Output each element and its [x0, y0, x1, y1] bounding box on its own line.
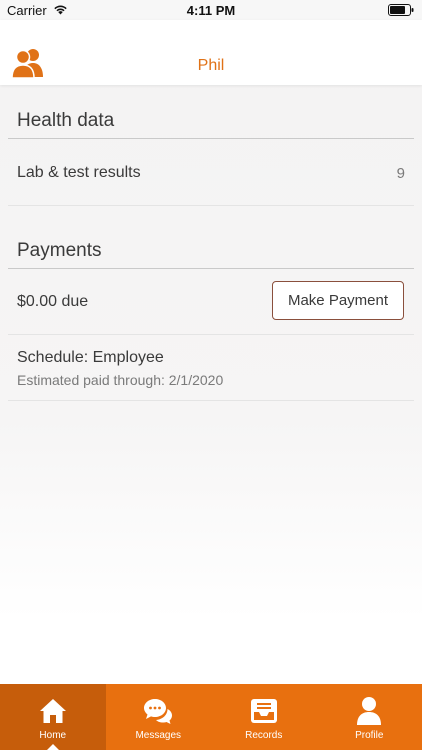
tab-profile[interactable]: Profile — [317, 684, 422, 750]
payments-divider — [8, 268, 414, 269]
tab-home-label: Home — [39, 730, 67, 741]
health-data-divider — [8, 138, 414, 139]
status-bar: Carrier 4:11 PM — [0, 0, 422, 20]
lab-results-count: 9 — [396, 165, 405, 182]
payments-title: Payments — [17, 240, 102, 261]
lab-results-label: Lab & test results — [17, 164, 141, 181]
status-time: 4:11 PM — [186, 3, 236, 18]
active-tab-indicator — [46, 744, 59, 750]
amount-due: $0.00 due — [17, 293, 89, 310]
chat-icon — [143, 696, 173, 726]
row-divider — [8, 334, 414, 335]
tab-home[interactable]: Home — [0, 684, 106, 750]
header: Phil — [0, 20, 422, 85]
battery-icon — [388, 4, 414, 19]
row-divider — [8, 400, 414, 401]
person-icon — [354, 696, 384, 726]
tab-messages-label: Messages — [135, 730, 182, 741]
home-icon — [38, 696, 68, 726]
health-data-title: Health data — [17, 110, 115, 131]
tab-records-label: Records — [245, 730, 283, 741]
tab-profile-label: Profile — [355, 730, 384, 741]
tab-records[interactable]: Records — [211, 684, 317, 750]
make-payment-button[interactable]: Make Payment — [272, 281, 404, 320]
paid-through-label: Estimated paid through: 2/1/2020 — [17, 372, 224, 388]
row-divider — [8, 205, 414, 206]
schedule-label: Schedule: Employee — [17, 349, 164, 366]
tab-bar: Home Messages Records Profile — [0, 684, 422, 750]
tab-messages[interactable]: Messages — [106, 684, 212, 750]
inbox-icon — [249, 696, 279, 726]
header-title: Phil — [197, 57, 225, 74]
